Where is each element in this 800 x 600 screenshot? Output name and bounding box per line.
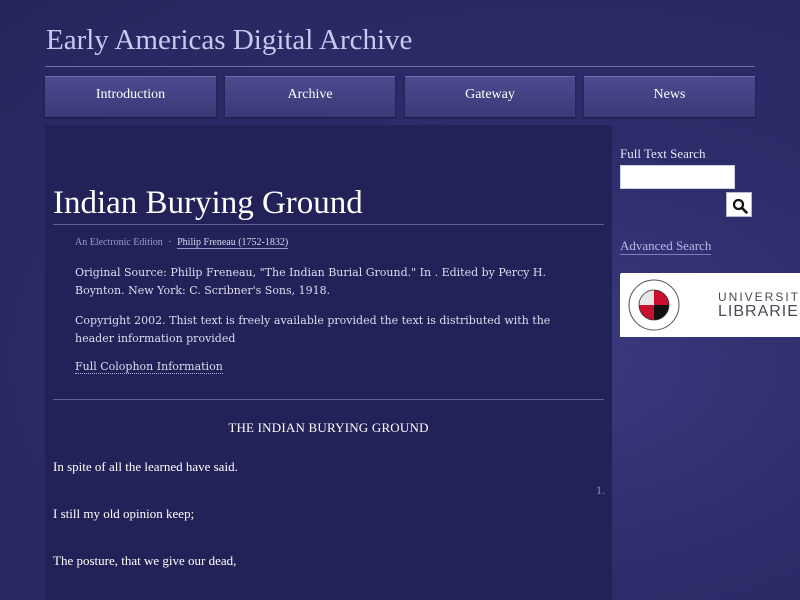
logo-libraries-text: LIBRARIES <box>718 303 800 320</box>
meta-divider <box>53 399 604 400</box>
maryland-seal-icon <box>628 279 680 331</box>
title-divider <box>45 66 755 67</box>
advanced-search-link[interactable]: Advanced Search <box>620 238 712 255</box>
edition-line: An Electronic Edition · Philip Freneau (… <box>75 237 289 249</box>
copyright-notice: Copyright 2002. Thist text is freely ava… <box>75 314 551 345</box>
author-link[interactable]: Philip Freneau (1752-1832) <box>177 237 289 249</box>
site-title[interactable]: Early Americas Digital Archive <box>46 24 412 57</box>
line-number: 1. <box>596 483 605 497</box>
poem-line: In spite of all the learned have said. <box>53 459 238 474</box>
edition-prefix: An Electronic Edition <box>75 237 163 248</box>
full-text-search-label: Full Text Search <box>620 146 706 161</box>
poem-line: I still my old opinion keep; <box>53 506 195 521</box>
nav-archive[interactable]: Archive <box>225 76 395 117</box>
title-rule <box>53 224 604 225</box>
poem-line: The posture, that we give our dead, <box>53 553 237 568</box>
full-colophon-link[interactable]: Full Colophon Information <box>75 360 223 374</box>
logo-university-text: UNIVERSITY <box>718 290 800 304</box>
nav-gateway[interactable]: Gateway <box>405 76 575 117</box>
document-title: Indian Burying Ground <box>53 185 363 221</box>
search-button[interactable] <box>726 192 752 217</box>
main-nav: Introduction Archive Gateway News <box>45 76 755 117</box>
nav-introduction[interactable]: Introduction <box>45 76 216 117</box>
university-libraries-logo[interactable]: UNIVERSITY LIBRARIES <box>620 273 800 337</box>
edition-separator: · <box>168 237 172 248</box>
magnifier-icon <box>732 198 748 214</box>
poem-heading: THE INDIAN BURYING GROUND <box>228 420 429 435</box>
nav-news[interactable]: News <box>584 76 755 117</box>
main-content: Indian Burying Ground An Electronic Edit… <box>45 125 612 600</box>
search-input[interactable] <box>620 165 735 189</box>
original-source: Original Source: Philip Freneau, "The In… <box>75 266 547 297</box>
